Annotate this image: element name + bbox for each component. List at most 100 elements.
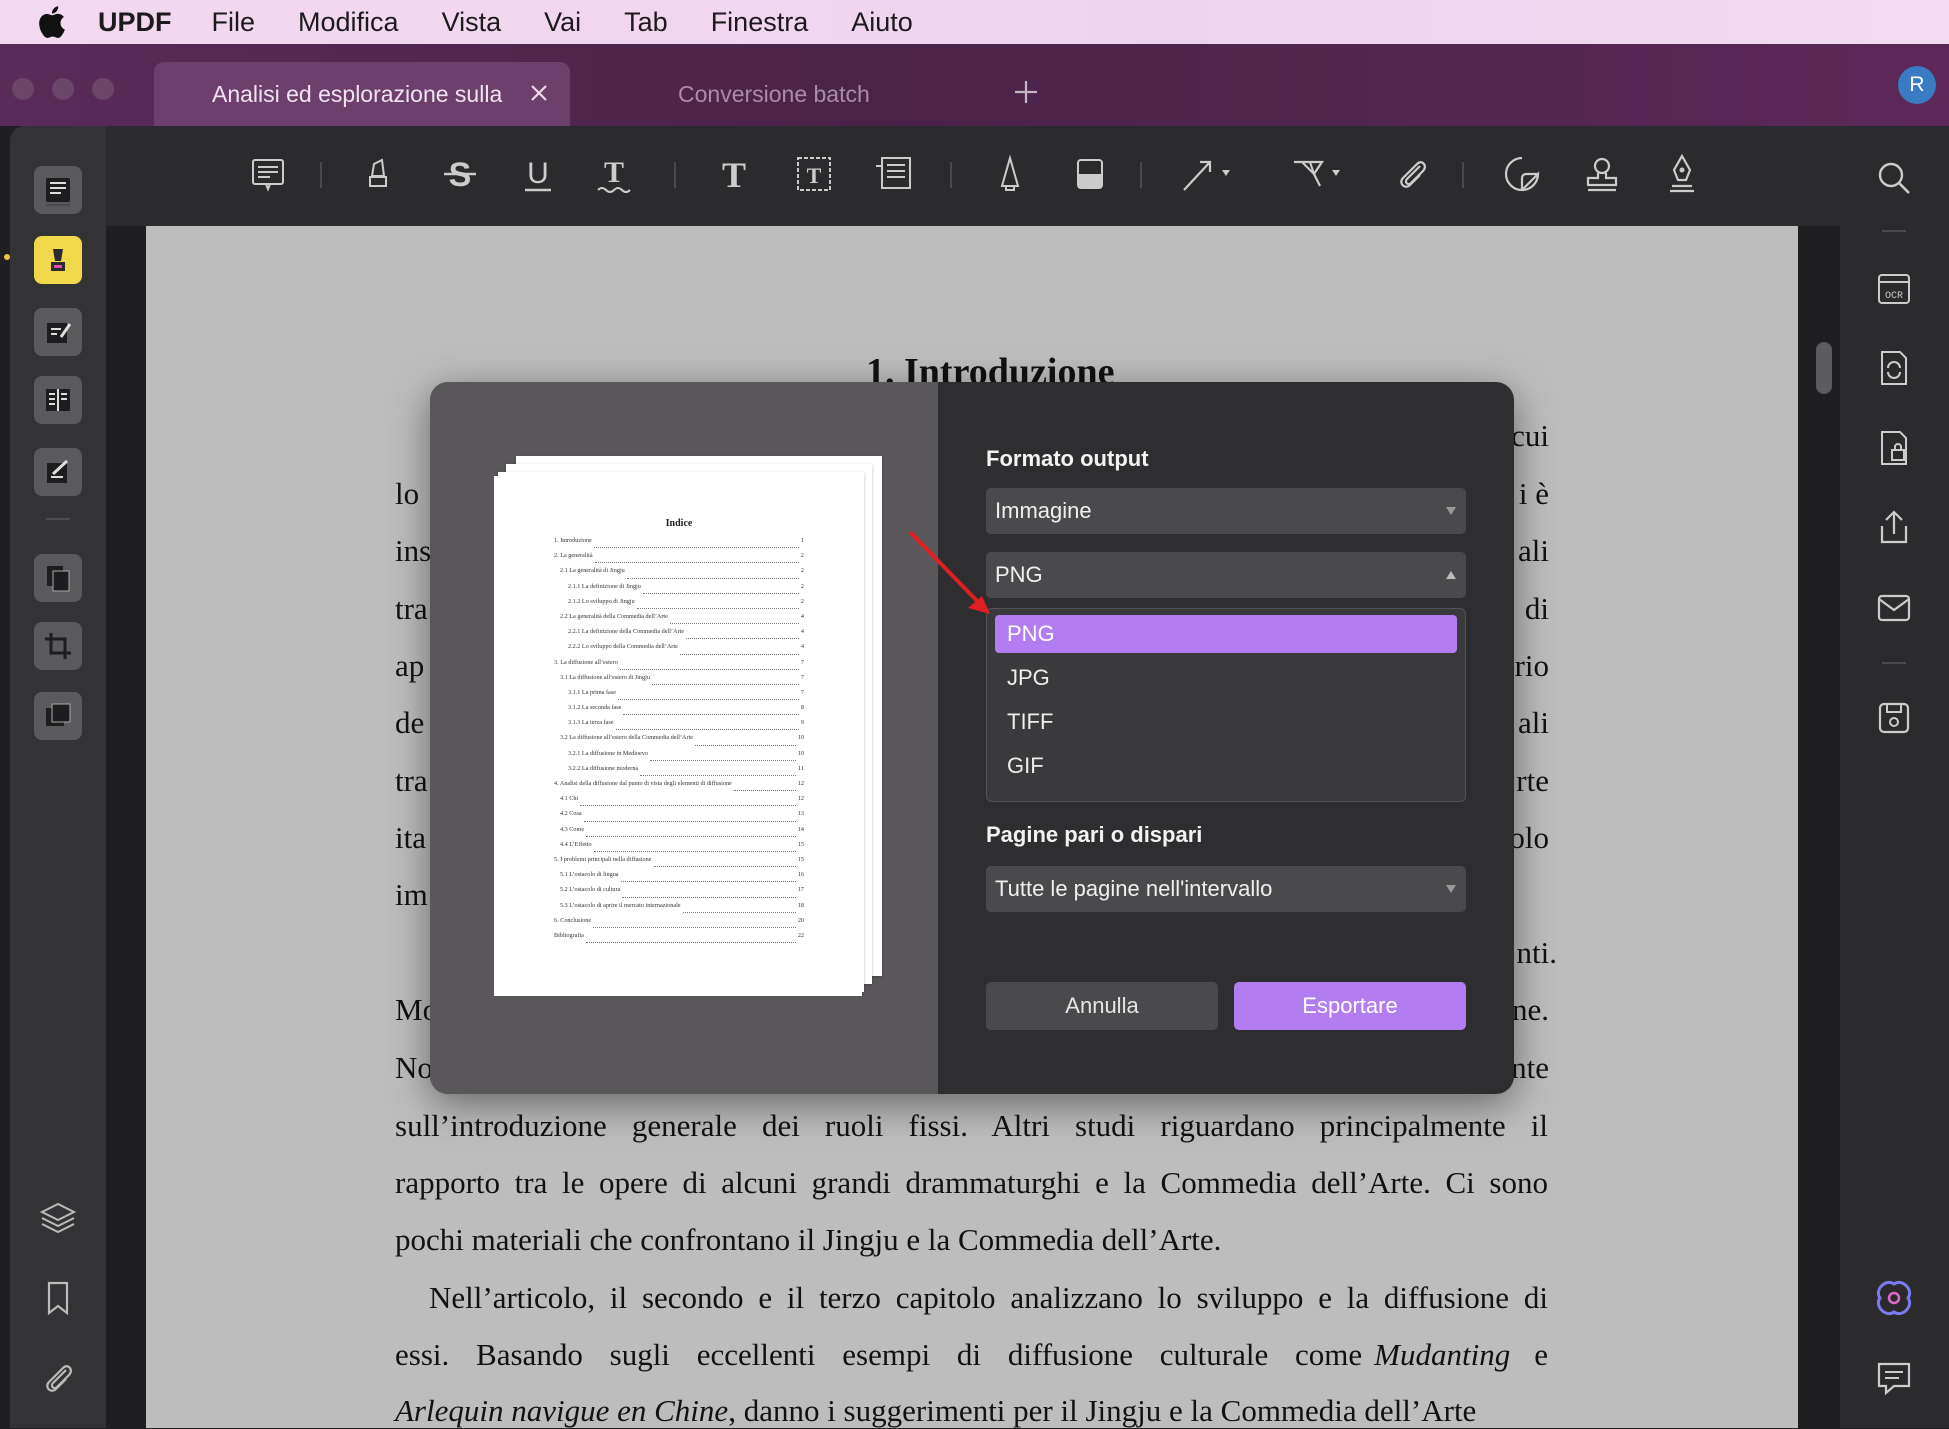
- underline-icon[interactable]: U: [516, 152, 560, 196]
- comment-mode-button[interactable]: [34, 236, 82, 284]
- share-icon[interactable]: [1872, 506, 1916, 550]
- close-tab-icon[interactable]: [526, 80, 552, 106]
- menu-vista[interactable]: Vista: [442, 7, 502, 38]
- tools-button[interactable]: [34, 692, 82, 740]
- toc-entry-title: 3.2 La diffusione all’estero della Comme…: [560, 734, 694, 742]
- reader-mode-button[interactable]: [34, 166, 82, 214]
- toc-entry-page: 16: [797, 871, 804, 879]
- format-option-png[interactable]: PNG: [995, 615, 1457, 653]
- window-zoom-button[interactable]: [92, 78, 114, 100]
- signature-tool-icon[interactable]: [1288, 152, 1348, 196]
- line-text: Nell’articolo, il secondo e il terzo cap…: [429, 1280, 1548, 1315]
- convert-icon[interactable]: [1872, 346, 1916, 390]
- bookmark-icon[interactable]: [36, 1276, 80, 1320]
- pen-signature-icon[interactable]: [1660, 152, 1704, 196]
- annotation-arrow: [908, 530, 990, 614]
- strikethrough-icon[interactable]: S: [438, 152, 482, 196]
- toc-entry-page: 13: [797, 810, 804, 818]
- app-menu[interactable]: UPDF: [98, 7, 172, 38]
- paperclip-icon[interactable]: [1390, 152, 1434, 196]
- email-icon[interactable]: [1872, 586, 1916, 630]
- highlight-icon[interactable]: [358, 152, 402, 196]
- menu-aiuto[interactable]: Aiuto: [851, 7, 913, 38]
- toc-leader: [669, 613, 799, 625]
- toc-entry: 5. I problemi principali nella diffusion…: [554, 856, 804, 871]
- layers-icon[interactable]: [36, 1196, 80, 1240]
- window-close-button[interactable]: [12, 78, 34, 100]
- svg-text:T: T: [722, 155, 746, 195]
- avatar[interactable]: R: [1898, 66, 1936, 104]
- format-option-jpg[interactable]: JPG: [995, 659, 1457, 697]
- toc-entry-title: 5.2 L’ostacolo di cultura: [560, 886, 621, 894]
- attachment-icon[interactable]: [36, 1356, 80, 1400]
- comment-list-icon[interactable]: [1872, 1356, 1916, 1400]
- image-format-select[interactable]: PNG: [986, 552, 1466, 598]
- toc-entry: 4.2 Cosa 13: [554, 810, 804, 825]
- toc-entry: 4.1 Chi 12: [554, 795, 804, 810]
- divider: [674, 162, 676, 188]
- crop-button[interactable]: [34, 622, 82, 670]
- menu-vai[interactable]: Vai: [544, 7, 581, 38]
- toc-entry: 3.2.1 La diffusione in Medioevo 10: [554, 750, 804, 765]
- italic-title: Mudanting: [1374, 1337, 1511, 1372]
- textbox-icon[interactable]: T: [792, 152, 836, 196]
- sticker-icon[interactable]: [1500, 152, 1544, 196]
- page-view-button[interactable]: [34, 376, 82, 424]
- menu-tab[interactable]: Tab: [624, 7, 668, 38]
- pencil-icon[interactable]: [988, 152, 1032, 196]
- menu-finestra[interactable]: Finestra: [711, 7, 809, 38]
- format-option-tiff[interactable]: TIFF: [995, 703, 1457, 741]
- save-icon[interactable]: [1872, 696, 1916, 740]
- window-minimize-button[interactable]: [52, 78, 74, 100]
- menu-modifica[interactable]: Modifica: [298, 7, 399, 38]
- output-format-select[interactable]: Immagine: [986, 488, 1466, 534]
- ai-assistant-icon[interactable]: [1872, 1276, 1916, 1320]
- protect-icon[interactable]: [1872, 426, 1916, 470]
- toc-entry: 5.3 L’ostacolo di aprire il mercato inte…: [554, 902, 804, 917]
- divider: [950, 162, 952, 188]
- tab-batch-conversion[interactable]: Conversione batch: [580, 62, 980, 126]
- tab-document[interactable]: Analisi ed esplorazione sulla: [154, 62, 570, 126]
- export-button[interactable]: Esportare: [1234, 982, 1466, 1030]
- toc-entry: 5.1 L’ostacolo di lingua 16: [554, 871, 804, 886]
- new-tab-icon[interactable]: [1012, 78, 1040, 106]
- stamp-icon[interactable]: [1580, 152, 1624, 196]
- chevron-down-icon: [1446, 507, 1456, 515]
- toc-entry-page: 10: [797, 734, 804, 742]
- text-fragment: rte: [1516, 763, 1549, 798]
- toc-entry-page: 10: [797, 749, 804, 757]
- edit-pdf-icon: [47, 323, 72, 343]
- text-fragment: nti.: [1516, 935, 1557, 970]
- cancel-button[interactable]: Annulla: [986, 982, 1218, 1030]
- sticky-note-icon[interactable]: [246, 152, 290, 196]
- toc-entry-page: 9: [800, 719, 804, 727]
- edit-mode-button[interactable]: [34, 308, 82, 356]
- text-icon[interactable]: T: [712, 152, 756, 196]
- toc-entry: 4.4 L’Effetto 15: [554, 841, 804, 856]
- text-fragment: No: [395, 1050, 433, 1085]
- organize-pages-button[interactable]: [34, 554, 82, 602]
- search-icon[interactable]: [1872, 156, 1916, 200]
- toc-entry: 4.3 Come 14: [554, 826, 804, 841]
- text-fragment: ne.: [1511, 992, 1549, 1027]
- output-format-label: Formato output: [986, 446, 1149, 471]
- toc-entry-page: 22: [797, 931, 804, 939]
- toc-entry-title: 2.2 La generalità della Commedia dell’Ar…: [560, 612, 668, 620]
- svg-text:T: T: [807, 163, 822, 188]
- vertical-scrollbar[interactable]: [1816, 342, 1832, 394]
- line-text: sull’introduzione generale dei ruoli fis…: [395, 1108, 1548, 1143]
- eraser-icon[interactable]: [1068, 152, 1112, 196]
- text-fragment: de: [395, 705, 425, 740]
- squiggly-icon[interactable]: T: [592, 152, 636, 196]
- text-fragment: tra: [395, 763, 428, 798]
- text-callout-icon[interactable]: [872, 152, 916, 196]
- ocr-icon[interactable]: OCR: [1872, 266, 1916, 310]
- pages-select[interactable]: Tutte le pagine nell'intervallo: [986, 866, 1466, 912]
- toc-entry-title: 4.3 Come: [560, 825, 585, 833]
- format-option-gif[interactable]: GIF: [995, 747, 1457, 785]
- arrow-shape-icon[interactable]: [1178, 152, 1238, 196]
- apple-icon[interactable]: [36, 5, 66, 39]
- form-mode-button[interactable]: [34, 448, 82, 496]
- menu-file[interactable]: File: [212, 7, 256, 38]
- toc-entry: 3.1.2 La seconda fase 8: [554, 704, 804, 719]
